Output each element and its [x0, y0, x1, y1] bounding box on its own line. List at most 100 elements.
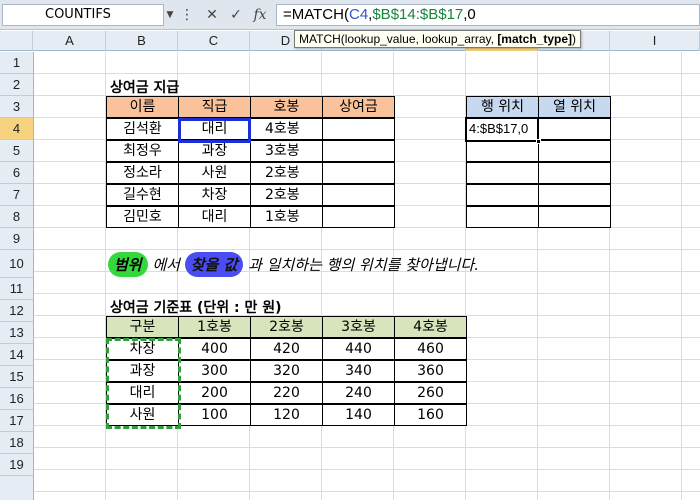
bonus-header-step[interactable]: 호봉 — [250, 96, 323, 118]
standard-header-step2[interactable]: 2호봉 — [250, 316, 323, 338]
cancel-icon[interactable]: ✕ — [203, 6, 221, 24]
table-cell[interactable]: 사원 — [106, 404, 179, 426]
row-header[interactable]: 16 — [0, 388, 33, 410]
table-cell[interactable] — [538, 118, 611, 140]
table-cell[interactable]: 440 — [322, 338, 395, 360]
table-cell[interactable] — [538, 206, 611, 228]
description-text: 에서 — [147, 256, 185, 274]
bonus-header-rank[interactable]: 직급 — [178, 96, 251, 118]
name-box[interactable]: COUNTIFS — [2, 4, 164, 26]
table-cell[interactable]: 대리 — [106, 382, 179, 404]
table-cell[interactable]: 차장 — [178, 184, 251, 206]
row-header[interactable]: 11 — [0, 278, 33, 300]
standard-header-step1[interactable]: 1호봉 — [178, 316, 251, 338]
table-cell[interactable] — [538, 162, 611, 184]
table-cell[interactable] — [466, 162, 539, 184]
row-header[interactable]: 8 — [0, 206, 33, 228]
table-cell[interactable] — [322, 118, 395, 140]
col-header-i[interactable]: I — [610, 31, 700, 51]
table-cell[interactable] — [466, 206, 539, 228]
standard-header-category[interactable]: 구분 — [106, 316, 179, 338]
table-cell[interactable]: 240 — [322, 382, 395, 404]
table-cell[interactable]: 과장 — [178, 140, 251, 162]
table-cell[interactable]: 160 — [394, 404, 467, 426]
table-cell[interactable]: 대리 — [178, 118, 251, 140]
lookup-value-highlight: 찾을 값 — [184, 252, 244, 277]
table-cell[interactable] — [322, 162, 395, 184]
table-cell[interactable]: 사원 — [178, 162, 251, 184]
table-cell[interactable]: 320 — [250, 360, 323, 382]
select-all-corner[interactable] — [0, 31, 33, 51]
table-cell[interactable]: 220 — [250, 382, 323, 404]
row-header[interactable]: 10 — [0, 250, 33, 278]
col-header-c[interactable]: C — [178, 31, 250, 51]
table-cell[interactable] — [466, 184, 539, 206]
row-header[interactable]: 19 — [0, 454, 33, 476]
row-header[interactable]: 7 — [0, 184, 33, 206]
table-cell[interactable]: 4호봉 — [250, 118, 323, 140]
col-position-header[interactable]: 열 위치 — [538, 96, 611, 118]
active-cell-editor[interactable]: 4:$B$17,0 — [465, 117, 541, 144]
col-header-a[interactable]: A — [34, 31, 106, 51]
description-note: 범위 에서 찾을 값 과 일치하는 행의 위치를 찾아냅니다. — [108, 252, 479, 282]
row-header[interactable]: 12 — [0, 300, 33, 322]
formula-ref-lookup-value: C4 — [348, 6, 369, 23]
table-cell[interactable]: 2호봉 — [250, 162, 323, 184]
row-header[interactable]: 5 — [0, 140, 33, 162]
insert-function-icon[interactable]: fx — [251, 6, 269, 24]
table-cell[interactable] — [466, 140, 539, 162]
table-cell[interactable] — [322, 140, 395, 162]
table-cell[interactable]: 340 — [322, 360, 395, 382]
row-header[interactable]: 17 — [0, 410, 33, 432]
table-cell[interactable]: 김민호 — [106, 206, 179, 228]
table-cell[interactable]: 과장 — [106, 360, 179, 382]
table-cell[interactable]: 김석환 — [106, 118, 179, 140]
table-cell[interactable]: 460 — [394, 338, 467, 360]
row-header[interactable]: 6 — [0, 162, 33, 184]
bonus-header-name[interactable]: 이름 — [106, 96, 179, 118]
table-cell[interactable]: 1호봉 — [250, 206, 323, 228]
table-cell[interactable]: 420 — [250, 338, 323, 360]
tooltip-current-arg: [match_type] — [497, 32, 572, 46]
row-header[interactable]: 2 — [0, 74, 33, 96]
row-header[interactable]: 18 — [0, 432, 33, 454]
standard-table-title: 상여금 기준표 (단위 : 만 원) — [110, 300, 282, 316]
table-cell[interactable]: 대리 — [178, 206, 251, 228]
table-cell[interactable]: 200 — [178, 382, 251, 404]
row-header[interactable]: 15 — [0, 366, 33, 388]
bonus-header-bonus[interactable]: 상여금 — [322, 96, 395, 118]
table-cell[interactable] — [538, 184, 611, 206]
table-cell[interactable]: 260 — [394, 382, 467, 404]
table-cell[interactable] — [322, 206, 395, 228]
row-header[interactable]: 9 — [0, 228, 33, 250]
table-cell[interactable]: 길수현 — [106, 184, 179, 206]
row-header[interactable]: 3 — [0, 96, 33, 118]
standard-header-step3[interactable]: 3호봉 — [322, 316, 395, 338]
table-cell[interactable]: 3호봉 — [250, 140, 323, 162]
table-cell[interactable]: 차장 — [106, 338, 179, 360]
table-cell[interactable] — [322, 184, 395, 206]
table-cell[interactable]: 정소라 — [106, 162, 179, 184]
enter-icon[interactable]: ✓ — [227, 6, 245, 24]
table-cell[interactable]: 100 — [178, 404, 251, 426]
formula-input[interactable]: =MATCH(C4,$B$14:$B$17,0 — [276, 4, 700, 26]
fill-handle[interactable] — [536, 139, 541, 144]
row-header[interactable]: 13 — [0, 322, 33, 344]
row-header[interactable]: 4 — [0, 118, 33, 140]
table-cell[interactable]: 최정우 — [106, 140, 179, 162]
table-cell[interactable]: 360 — [394, 360, 467, 382]
table-cell[interactable]: 400 — [178, 338, 251, 360]
table-cell[interactable]: 120 — [250, 404, 323, 426]
standard-header-step4[interactable]: 4호봉 — [394, 316, 467, 338]
range-highlight: 범위 — [108, 252, 148, 277]
table-cell[interactable] — [538, 140, 611, 162]
row-header[interactable]: 14 — [0, 344, 33, 366]
chevron-down-icon[interactable]: ▼ — [164, 4, 176, 26]
table-cell[interactable]: 2호봉 — [250, 184, 323, 206]
table-cell[interactable]: 300 — [178, 360, 251, 382]
table-cell[interactable]: 140 — [322, 404, 395, 426]
col-header-b[interactable]: B — [106, 31, 178, 51]
drag-handle-icon[interactable]: ⋮ — [178, 6, 196, 24]
row-position-header[interactable]: 행 위치 — [466, 96, 539, 118]
row-header[interactable]: 1 — [0, 52, 33, 74]
